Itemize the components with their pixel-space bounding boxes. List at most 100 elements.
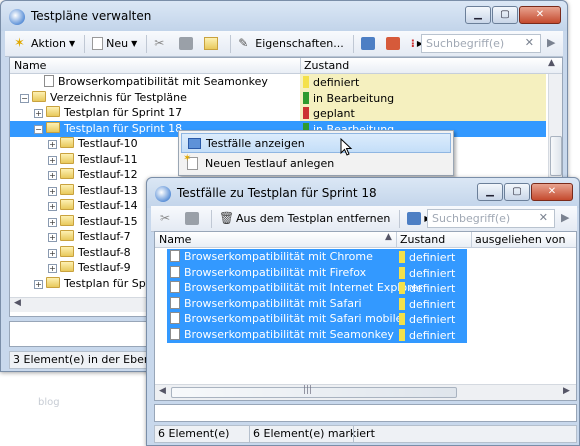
testcase-zustand: definiert (396, 280, 471, 297)
trash-icon: 🗑 (219, 211, 235, 225)
minimize-button[interactable]: ▁ (465, 6, 491, 24)
expand-icon[interactable]: + (48, 233, 57, 242)
sub-paste-button[interactable] (182, 209, 205, 229)
search-input[interactable]: Suchbegriff(e) ✕ (421, 34, 541, 53)
testcase-row[interactable]: Browserkompatibilität mit Seamonkey defin… (167, 326, 467, 343)
folder-icon (204, 37, 219, 50)
testcases-scroll-thumb[interactable] (171, 387, 457, 398)
tree-row-label: Testplan für Sprint 17 (64, 106, 183, 119)
export-button[interactable] (358, 34, 381, 54)
sub-status-count: 6 Element(e) (158, 427, 230, 440)
tree-scroll-thumb[interactable] (550, 136, 562, 176)
sub-titlebar[interactable]: Testfälle zu Testplan für Sprint 18 ▁ ▢ … (147, 178, 579, 208)
clear-search-icon[interactable]: ✕ (525, 36, 534, 49)
main-titlebar[interactable]: Testpläne verwalten ▁ ▢ ✕ (1, 1, 567, 31)
column-header-name[interactable]: Name (159, 233, 191, 246)
sub-maximize-button[interactable]: ▢ (504, 183, 530, 201)
testcase-row[interactable]: Browserkompatibilität mit Internet Explo… (167, 280, 467, 296)
folder-icon (60, 245, 74, 257)
folder-icon (60, 199, 74, 210)
folder-icon (60, 214, 74, 226)
expand-icon[interactable]: + (48, 140, 57, 149)
zustand-text: definiert (409, 266, 456, 280)
expand-icon[interactable]: + (34, 279, 43, 289)
document-icon (170, 250, 180, 262)
cut-button[interactable]: ✂ (151, 34, 174, 54)
remove-from-plan-button[interactable]: 🗑 Aus dem Testplan entfernen (216, 209, 393, 229)
paste-icon (185, 212, 199, 225)
collapse-icon[interactable]: − (20, 93, 29, 103)
tree-row-zustand: geplant (300, 105, 546, 121)
test-cases-icon (188, 138, 201, 149)
column-header-zustand[interactable]: Zustand (304, 59, 349, 72)
testcase-name: Browserkompatibilität mit Internet Explo… (184, 281, 423, 294)
expand-icon[interactable]: + (48, 217, 57, 227)
testcase-row[interactable]: Browserkompatibilität mit Firefox definie… (167, 264, 467, 281)
testcase-row[interactable]: Browserkompatibilität mit Chrome definier… (167, 249, 467, 265)
testcase-row[interactable]: Browserkompatibilität mit Safari mobile d… (167, 311, 467, 327)
aktion-button[interactable]: ✶ Aktion ▼ (11, 34, 78, 54)
menu-item-testfaelle-anzeigen[interactable]: Testfälle anzeigen (181, 133, 451, 153)
tree-row-label: Testlauf-10 (78, 137, 138, 150)
testcases-header: Name ▲ Zustand ausgeliehen von (155, 232, 576, 248)
sub-cut-button[interactable]: ✂ (157, 209, 180, 229)
status-indicator-icon (399, 313, 405, 325)
folder-icon (60, 230, 74, 241)
tree-row-label: Verzeichnis für Testpläne (50, 90, 187, 104)
testcase-name: Browserkompatibilität mit Safari mobile (184, 312, 403, 325)
cut-icon: ✂ (154, 36, 165, 50)
expand-icon[interactable]: + (48, 264, 57, 273)
mouse-cursor-icon (340, 138, 353, 156)
expand-icon[interactable]: + (48, 248, 57, 258)
column-header-ausgeliehen[interactable]: ausgeliehen von (475, 233, 566, 246)
testcase-zustand: definiert (396, 327, 471, 344)
tree-row[interactable]: − Verzeichnis für Testpläne in Bearbeitung (10, 89, 546, 106)
status-indicator-icon (303, 107, 309, 119)
close-button[interactable]: ✕ (519, 6, 561, 24)
expand-icon[interactable]: + (48, 155, 57, 165)
refresh-button[interactable] (383, 34, 406, 54)
zustand-text: definiert (313, 76, 360, 89)
open-folder-button[interactable] (201, 34, 224, 54)
status-indicator-icon (303, 76, 309, 88)
sub-scroll-toolbar-right-icon[interactable]: ▶ (561, 211, 569, 224)
testcase-row[interactable]: Browserkompatibilität mit Safari definier… (167, 295, 467, 312)
collapse-icon[interactable]: − (34, 124, 43, 134)
paste-icon (179, 37, 194, 50)
neu-button[interactable]: Neu ▼ (89, 34, 140, 54)
tree-row-label: Testlauf-11 (78, 152, 138, 166)
column-header-name[interactable]: Name (14, 59, 46, 72)
tree-row-label: Testlauf-14 (78, 199, 138, 212)
document-icon (170, 312, 180, 324)
tree-row-label: Testlauf-12 (78, 168, 138, 181)
tree-row-zustand: definiert (300, 74, 546, 90)
menu-item-neuen-testlauf[interactable]: ✶ Neuen Testlauf anlegen (181, 154, 451, 174)
sub-close-button[interactable]: ✕ (531, 183, 573, 201)
folder-icon (46, 106, 60, 117)
scroll-toolbar-right-icon[interactable]: ▶ (547, 36, 555, 49)
testcases-horizontal-scrollbar[interactable]: ◀ ||| ▶ (155, 384, 576, 400)
expand-icon[interactable]: + (34, 109, 43, 118)
tree-row[interactable]: Browserkompatibilität mit Seamonkey defin… (10, 74, 546, 90)
expand-icon[interactable]: + (48, 202, 57, 211)
faint-blog-text: blog (38, 397, 60, 408)
expand-icon[interactable]: + (48, 171, 57, 180)
status-indicator-icon (399, 328, 405, 341)
expand-icon[interactable]: + (48, 186, 57, 196)
column-header-zustand[interactable]: Zustand (400, 233, 445, 246)
maximize-button[interactable]: ▢ (492, 6, 518, 24)
tree-row[interactable]: + Testplan für Sprint 17 geplant (10, 105, 546, 121)
sub-status-marked: 6 Element(e) markiert (253, 427, 375, 440)
paste-button[interactable] (176, 34, 199, 54)
folder-icon (60, 137, 74, 148)
sub-minimize-button[interactable]: ▁ (477, 183, 503, 201)
cut-icon: ✂ (160, 211, 171, 225)
eigenschaften-button[interactable]: ✎ Eigenschaften... (235, 34, 346, 54)
sub-search-input[interactable]: Suchbegriff(e) ✕ (427, 209, 555, 228)
zustand-text: definiert (409, 251, 456, 264)
status-indicator-icon (303, 91, 309, 104)
sub-window-title: Testfälle zu Testplan für Sprint 18 (177, 186, 377, 200)
sub-app-icon (155, 186, 171, 202)
testcase-zustand: definiert (396, 249, 471, 266)
sub-clear-search-icon[interactable]: ✕ (539, 211, 548, 224)
